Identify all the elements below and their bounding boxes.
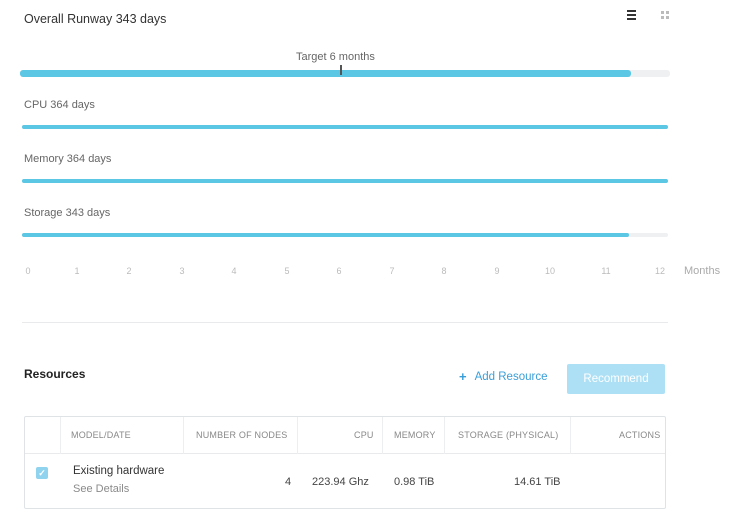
column-header-memory[interactable]: MEMORY [394,430,436,440]
view-toggle [624,8,672,22]
cpu-runway-label: CPU 364 days [24,99,95,111]
column-separator [183,417,184,454]
memory-runway-label: Memory 364 days [24,153,112,165]
axis-tick: 6 [336,266,342,276]
axis-tick: 5 [284,266,290,276]
add-resource-button[interactable]: + Add Resource [459,369,548,384]
target-label: Target 6 months [296,51,375,63]
row-storage: 14.61 TiB [514,476,561,488]
axis-tick: 8 [441,266,447,276]
resources-table: MODEL/DATE NUMBER OF NODES CPU MEMORY ST… [24,416,666,509]
recommend-button[interactable]: Recommend [567,364,665,394]
plus-icon: + [459,369,467,384]
list-view-icon[interactable] [624,8,638,22]
column-separator [297,417,298,454]
resources-title: Resources [24,367,86,381]
column-header-storage[interactable]: STORAGE (PHYSICAL) [458,430,558,440]
column-header-nodes[interactable]: NUMBER OF NODES [196,430,288,440]
memory-runway-fill [22,179,668,183]
axis-tick: 2 [126,266,132,276]
axis-tick: 11 [601,266,611,276]
storage-runway-label: Storage 343 days [24,207,111,219]
row-memory: 0.98 TiB [394,476,435,488]
cpu-runway-bar [22,125,668,129]
row-model-name: Existing hardware [73,465,165,477]
storage-runway-bar [22,233,668,237]
overall-runway-title: Overall Runway 343 days [24,12,167,26]
axis-tick: 0 [25,266,31,276]
row-cpu: 223.94 Ghz [312,476,369,488]
see-details-link[interactable]: See Details [73,483,129,495]
row-node-count: 4 [285,476,292,488]
axis-tick: 10 [544,266,556,276]
section-divider [22,322,668,323]
checkmark-icon: ✓ [38,468,46,478]
column-separator [382,417,383,454]
column-separator [570,417,571,454]
overall-runway-bar [20,70,670,77]
memory-runway-bar [22,179,668,183]
axis-unit-label: Months [684,265,721,277]
column-separator [444,417,445,454]
row-checkbox[interactable]: ✓ [36,467,48,479]
add-resource-label: Add Resource [474,371,548,383]
column-header-actions: ACTIONS [619,430,661,440]
cpu-runway-fill [22,125,668,129]
overall-runway-fill [20,70,631,77]
axis-tick: 9 [494,266,500,276]
target-marker [340,65,342,75]
column-header-cpu[interactable]: CPU [354,430,374,440]
column-header-model[interactable]: MODEL/DATE [71,430,131,440]
grid-view-icon[interactable] [658,8,672,22]
column-separator [60,417,61,454]
axis-tick: 7 [389,266,395,276]
axis-tick: 3 [179,266,185,276]
table-header: MODEL/DATE NUMBER OF NODES CPU MEMORY ST… [25,417,665,454]
storage-runway-fill [22,233,630,237]
axis-tick: 12 [654,266,666,276]
axis-tick: 4 [231,266,237,276]
axis-tick: 1 [74,266,80,276]
